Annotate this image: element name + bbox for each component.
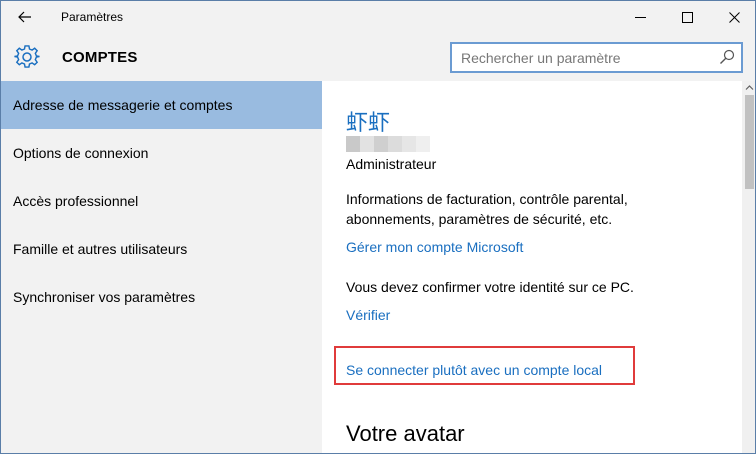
vertical-scrollbar[interactable] xyxy=(742,81,755,453)
sidebar-item-sync-settings[interactable]: Synchroniser vos paramètres xyxy=(1,273,322,321)
local-account-link[interactable]: Se connecter plutôt avec un compte local xyxy=(346,362,602,378)
settings-window: Paramètres COMPTES Rechercher un paramèt… xyxy=(0,0,756,454)
account-username: 虾虾 xyxy=(346,111,391,136)
sidebar-item-label: Options de connexion xyxy=(13,145,149,161)
sidebar-item-work-access[interactable]: Accès professionnel xyxy=(1,177,322,225)
section-title: COMPTES xyxy=(62,49,138,66)
scroll-thumb[interactable] xyxy=(745,95,754,189)
sidebar-item-label: Synchroniser vos paramètres xyxy=(13,289,196,305)
account-role: Administrateur xyxy=(346,156,437,172)
close-icon xyxy=(728,11,740,23)
title-bar: Paramètres xyxy=(1,1,755,33)
avatar-heading: Votre avatar xyxy=(346,421,465,446)
window-title: Paramètres xyxy=(61,10,124,24)
redacted-email xyxy=(346,136,436,152)
confirm-identity-text: Vous devez confirmer votre identité sur … xyxy=(346,279,634,295)
back-arrow-icon xyxy=(18,11,31,23)
main-content: 虾虾 Administrateur Informations de factur… xyxy=(322,81,742,453)
search-box[interactable] xyxy=(450,42,743,73)
gear-icon xyxy=(14,45,40,68)
minimize-icon xyxy=(634,16,646,18)
billing-info-text: Informations de facturation, contrôle pa… xyxy=(346,191,628,227)
manage-microsoft-account-link[interactable]: Gérer mon compte Microsoft xyxy=(346,239,523,255)
scroll-up-arrow-icon[interactable] xyxy=(745,83,754,92)
sidebar-item-label: Famille et autres utilisateurs xyxy=(13,241,188,257)
verify-link[interactable]: Vérifier xyxy=(346,307,390,323)
sidebar-item-email-accounts[interactable]: Adresse de messagerie et comptes xyxy=(1,81,322,129)
sidebar-item-label: Adresse de messagerie et comptes xyxy=(13,97,233,113)
search-icon[interactable] xyxy=(719,49,735,65)
sidebar-item-sign-in-options[interactable]: Options de connexion xyxy=(1,129,322,177)
maximize-icon xyxy=(681,11,693,23)
close-button[interactable] xyxy=(711,1,755,33)
settings-header: COMPTES xyxy=(1,33,755,81)
back-button[interactable] xyxy=(13,5,37,29)
search-input[interactable] xyxy=(452,44,712,71)
maximize-button[interactable] xyxy=(664,1,710,33)
sidebar-nav: Adresse de messagerie et comptes Options… xyxy=(1,81,322,453)
sidebar-item-family-users[interactable]: Famille et autres utilisateurs xyxy=(1,225,322,273)
sidebar-item-label: Accès professionnel xyxy=(13,193,139,209)
minimize-button[interactable] xyxy=(617,1,663,33)
